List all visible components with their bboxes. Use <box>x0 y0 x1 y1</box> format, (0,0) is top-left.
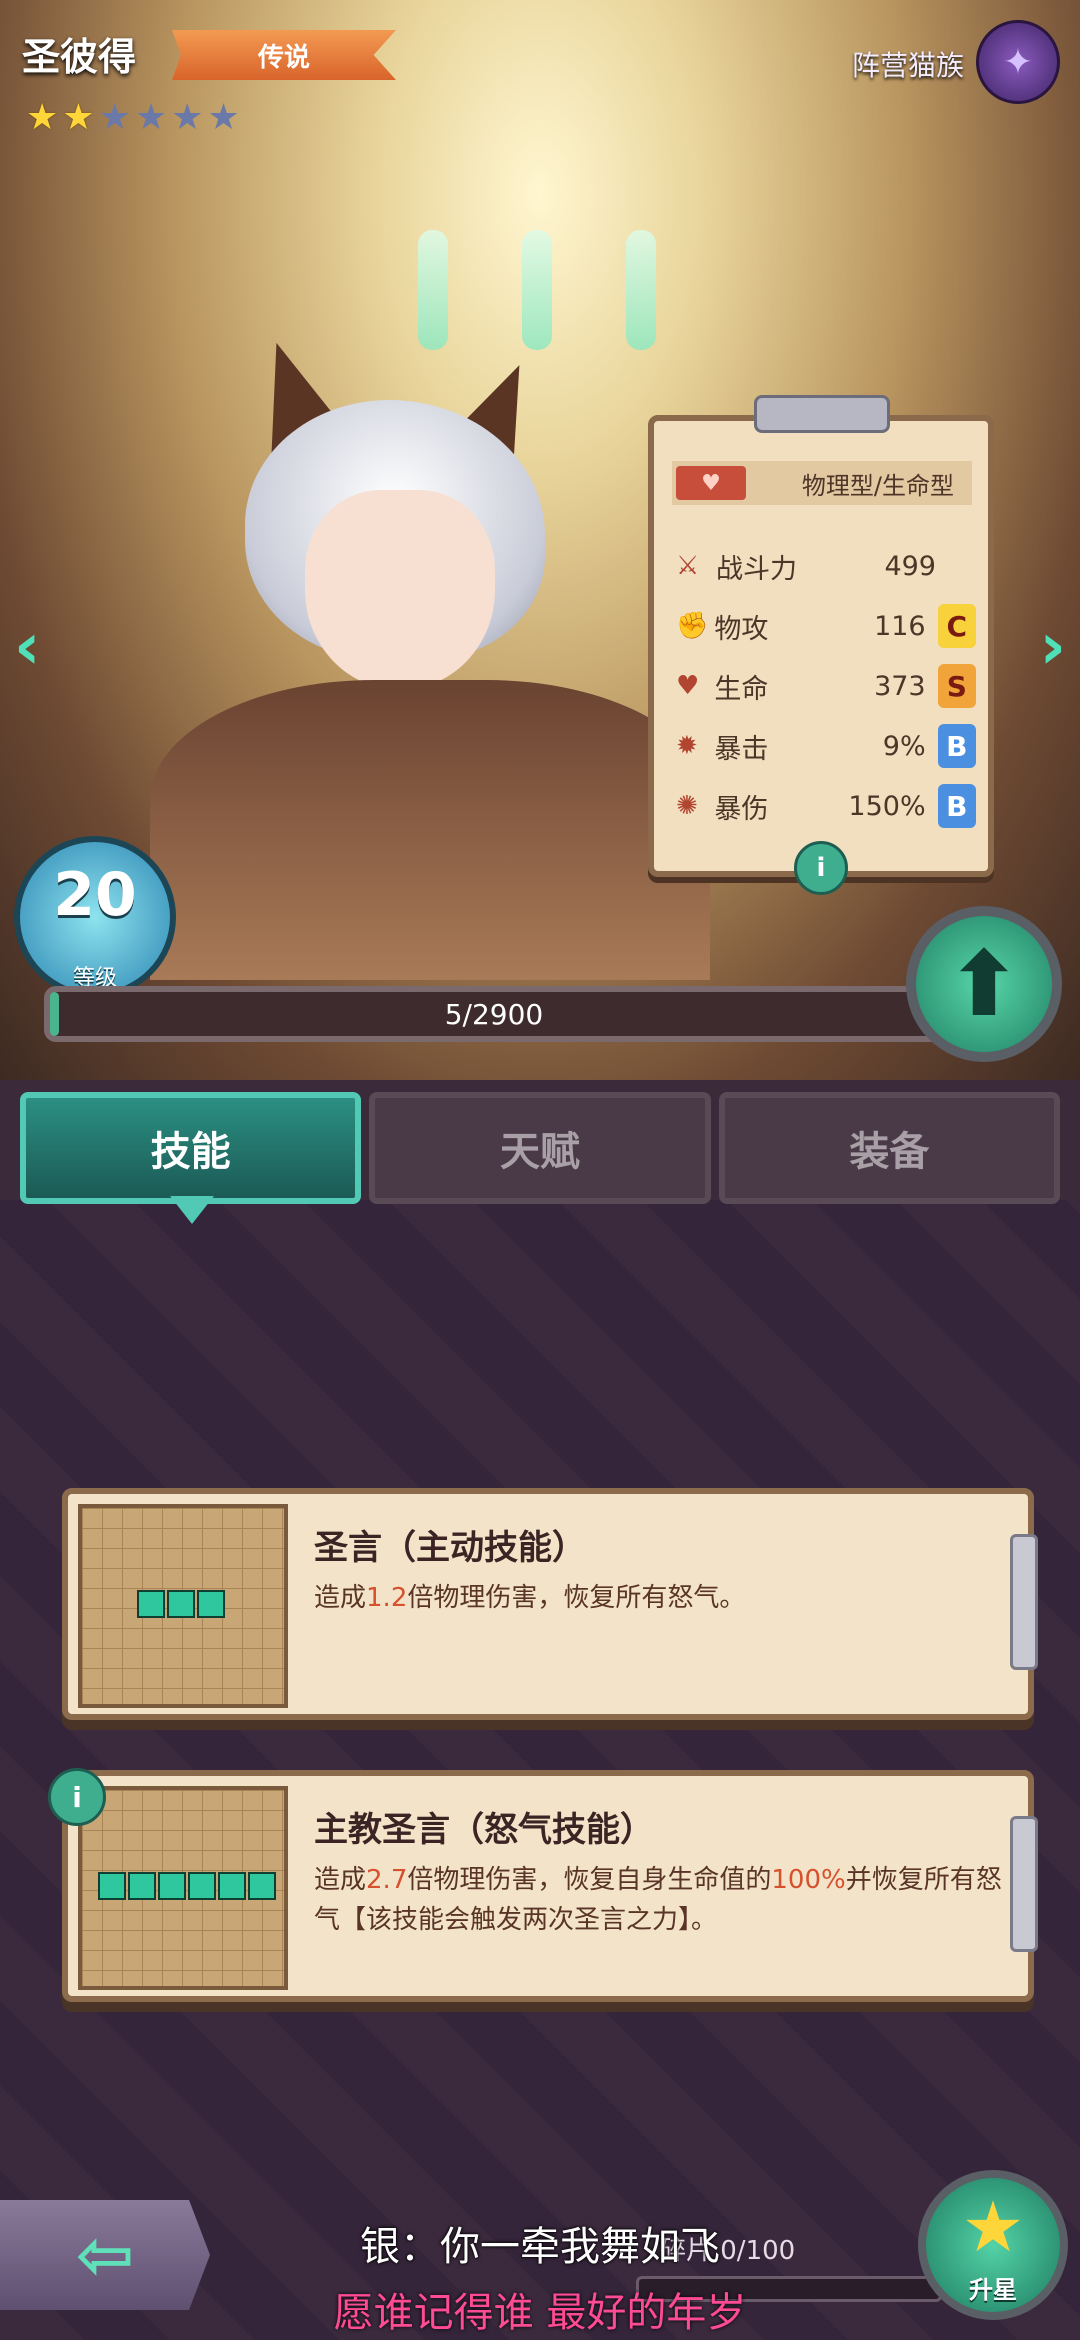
skill-cell <box>158 1872 186 1900</box>
burst-icon: ✺ <box>676 791 698 821</box>
active-tab-pointer <box>170 1196 214 1224</box>
skill-cell <box>188 1872 216 1900</box>
skill-description: 造成1.2倍物理伤害，恢复所有怒气。 <box>314 1583 746 1613</box>
stat-value: 373 <box>874 670 926 702</box>
tab-equipment[interactable]: 装备 <box>718 1092 1060 1204</box>
stat-grade-badge: B <box>937 784 977 828</box>
faction-label: 阵营猫族 <box>851 49 964 82</box>
stat-row: ✹ 暴击 9% B <box>676 721 977 771</box>
stat-label: 暴伤 <box>714 793 769 825</box>
level-up-button[interactable]: ⬆ <box>906 906 1062 1062</box>
fist-icon: ✊ <box>676 611 709 641</box>
stat-label: 生命 <box>714 673 769 705</box>
skill-cell <box>197 1590 225 1618</box>
star-empty-icon: ★ <box>171 97 204 138</box>
clipboard-clip <box>754 395 890 433</box>
xp-bar: 5/2900 <box>44 986 944 1042</box>
hero-name: 圣彼得 <box>22 35 137 79</box>
swords-icon: ⚔ <box>676 551 700 581</box>
prev-hero-arrow-icon[interactable]: ‹ <box>14 610 40 684</box>
skill-card-rage[interactable]: 主教圣言（怒气技能） 造成2.7倍物理伤害，恢复自身生命值的100%并恢复所有怒… <box>62 1770 1038 2002</box>
hero-type: ♥ 物理型/生命型 <box>672 461 972 505</box>
star-rating: ★ ★ ★ ★ ★ ★ <box>26 100 240 136</box>
skill-card-active[interactable]: 圣言（主动技能） 造成1.2倍物理伤害，恢复所有怒气。 <box>62 1488 1038 1720</box>
level-number: 20 <box>53 860 137 930</box>
stat-value: 116 <box>874 610 926 642</box>
skill-description: 造成2.7倍物理伤害，恢复自身生命值的100%并恢复所有怒气【该技能会触发两次圣… <box>314 1865 1002 1935</box>
light-beam <box>626 230 656 350</box>
hero-face <box>305 490 495 690</box>
stat-label: 暴击 <box>714 733 769 765</box>
broken-heart-icon: ♥ <box>676 466 746 500</box>
lyric-line-2: 愿谁记得谁 最好的年岁 <box>333 2290 747 2336</box>
stats-card: ♥ 物理型/生命型 ⚔ 战斗力 499 ✊ 物攻 116 C ♥ 生命 373 S ✹ 暴击 9% B ✺ 暴伤… <box>648 395 994 895</box>
hero-type-label: 物理型/生命型 <box>801 471 954 500</box>
level-badge: 20 等级 <box>14 836 176 998</box>
stat-value: 150% <box>848 790 926 822</box>
star-empty-icon: ★ <box>207 97 240 138</box>
skill-cell <box>128 1872 156 1900</box>
skill-cell <box>137 1590 165 1618</box>
stat-row: ⚔ 战斗力 499 <box>676 541 976 591</box>
star-empty-icon: ★ <box>134 97 168 138</box>
skill-name: 圣言（主动技能） <box>314 1528 586 1568</box>
up-arrow-icon: ⬆ <box>946 931 1022 1037</box>
skill-name: 主教圣言（怒气技能） <box>314 1810 654 1850</box>
card-side-tab <box>1010 1816 1038 1952</box>
stat-row: ♥ 生命 373 S <box>676 661 977 711</box>
skill-cell <box>167 1590 195 1618</box>
skill-shape-grid <box>78 1504 288 1708</box>
light-beam <box>522 230 552 350</box>
skill-cell <box>218 1872 246 1900</box>
stats-info-button[interactable]: i <box>794 841 848 895</box>
stat-label: 战斗力 <box>716 553 797 585</box>
stat-label: 物攻 <box>714 613 769 645</box>
xp-text: 5/2900 <box>444 997 544 1031</box>
heart-icon: ♥ <box>676 671 700 701</box>
lyric-line-1: 银：你一牵我舞如飞 <box>360 2224 720 2270</box>
stat-row: ✊ 物攻 116 C <box>676 601 977 651</box>
light-beam <box>418 230 448 350</box>
stat-grade-badge: B <box>937 724 977 768</box>
tab-talents[interactable]: 天赋 <box>369 1092 711 1204</box>
fish-bone-icon[interactable]: ✦ <box>976 20 1060 104</box>
star-empty-icon: ★ <box>98 97 131 138</box>
rarity-banner: 传说 <box>172 30 396 80</box>
star-filled-icon: ★ <box>26 97 59 138</box>
star-filled-icon: ★ <box>62 97 95 138</box>
stat-row: ✺ 暴伤 150% B <box>676 781 977 831</box>
skill-info-button[interactable]: i <box>48 1768 106 1826</box>
stat-grade-badge: C <box>937 604 977 648</box>
next-hero-arrow-icon[interactable]: › <box>1040 610 1066 684</box>
tab-bar: 技能 天赋 装备 <box>20 1092 1060 1204</box>
tab-skills[interactable]: 技能 <box>20 1092 362 1204</box>
hero-cloak <box>150 680 710 980</box>
skill-cell <box>248 1872 276 1900</box>
stat-grade-badge: S <box>937 664 977 708</box>
stat-value: 9% <box>882 730 926 762</box>
hero-portrait <box>150 329 710 980</box>
stat-value: 499 <box>884 550 936 582</box>
crit-icon: ✹ <box>676 731 698 761</box>
skill-shape-grid <box>78 1786 288 1990</box>
card-side-tab <box>1010 1534 1038 1670</box>
skill-cell <box>98 1872 126 1900</box>
